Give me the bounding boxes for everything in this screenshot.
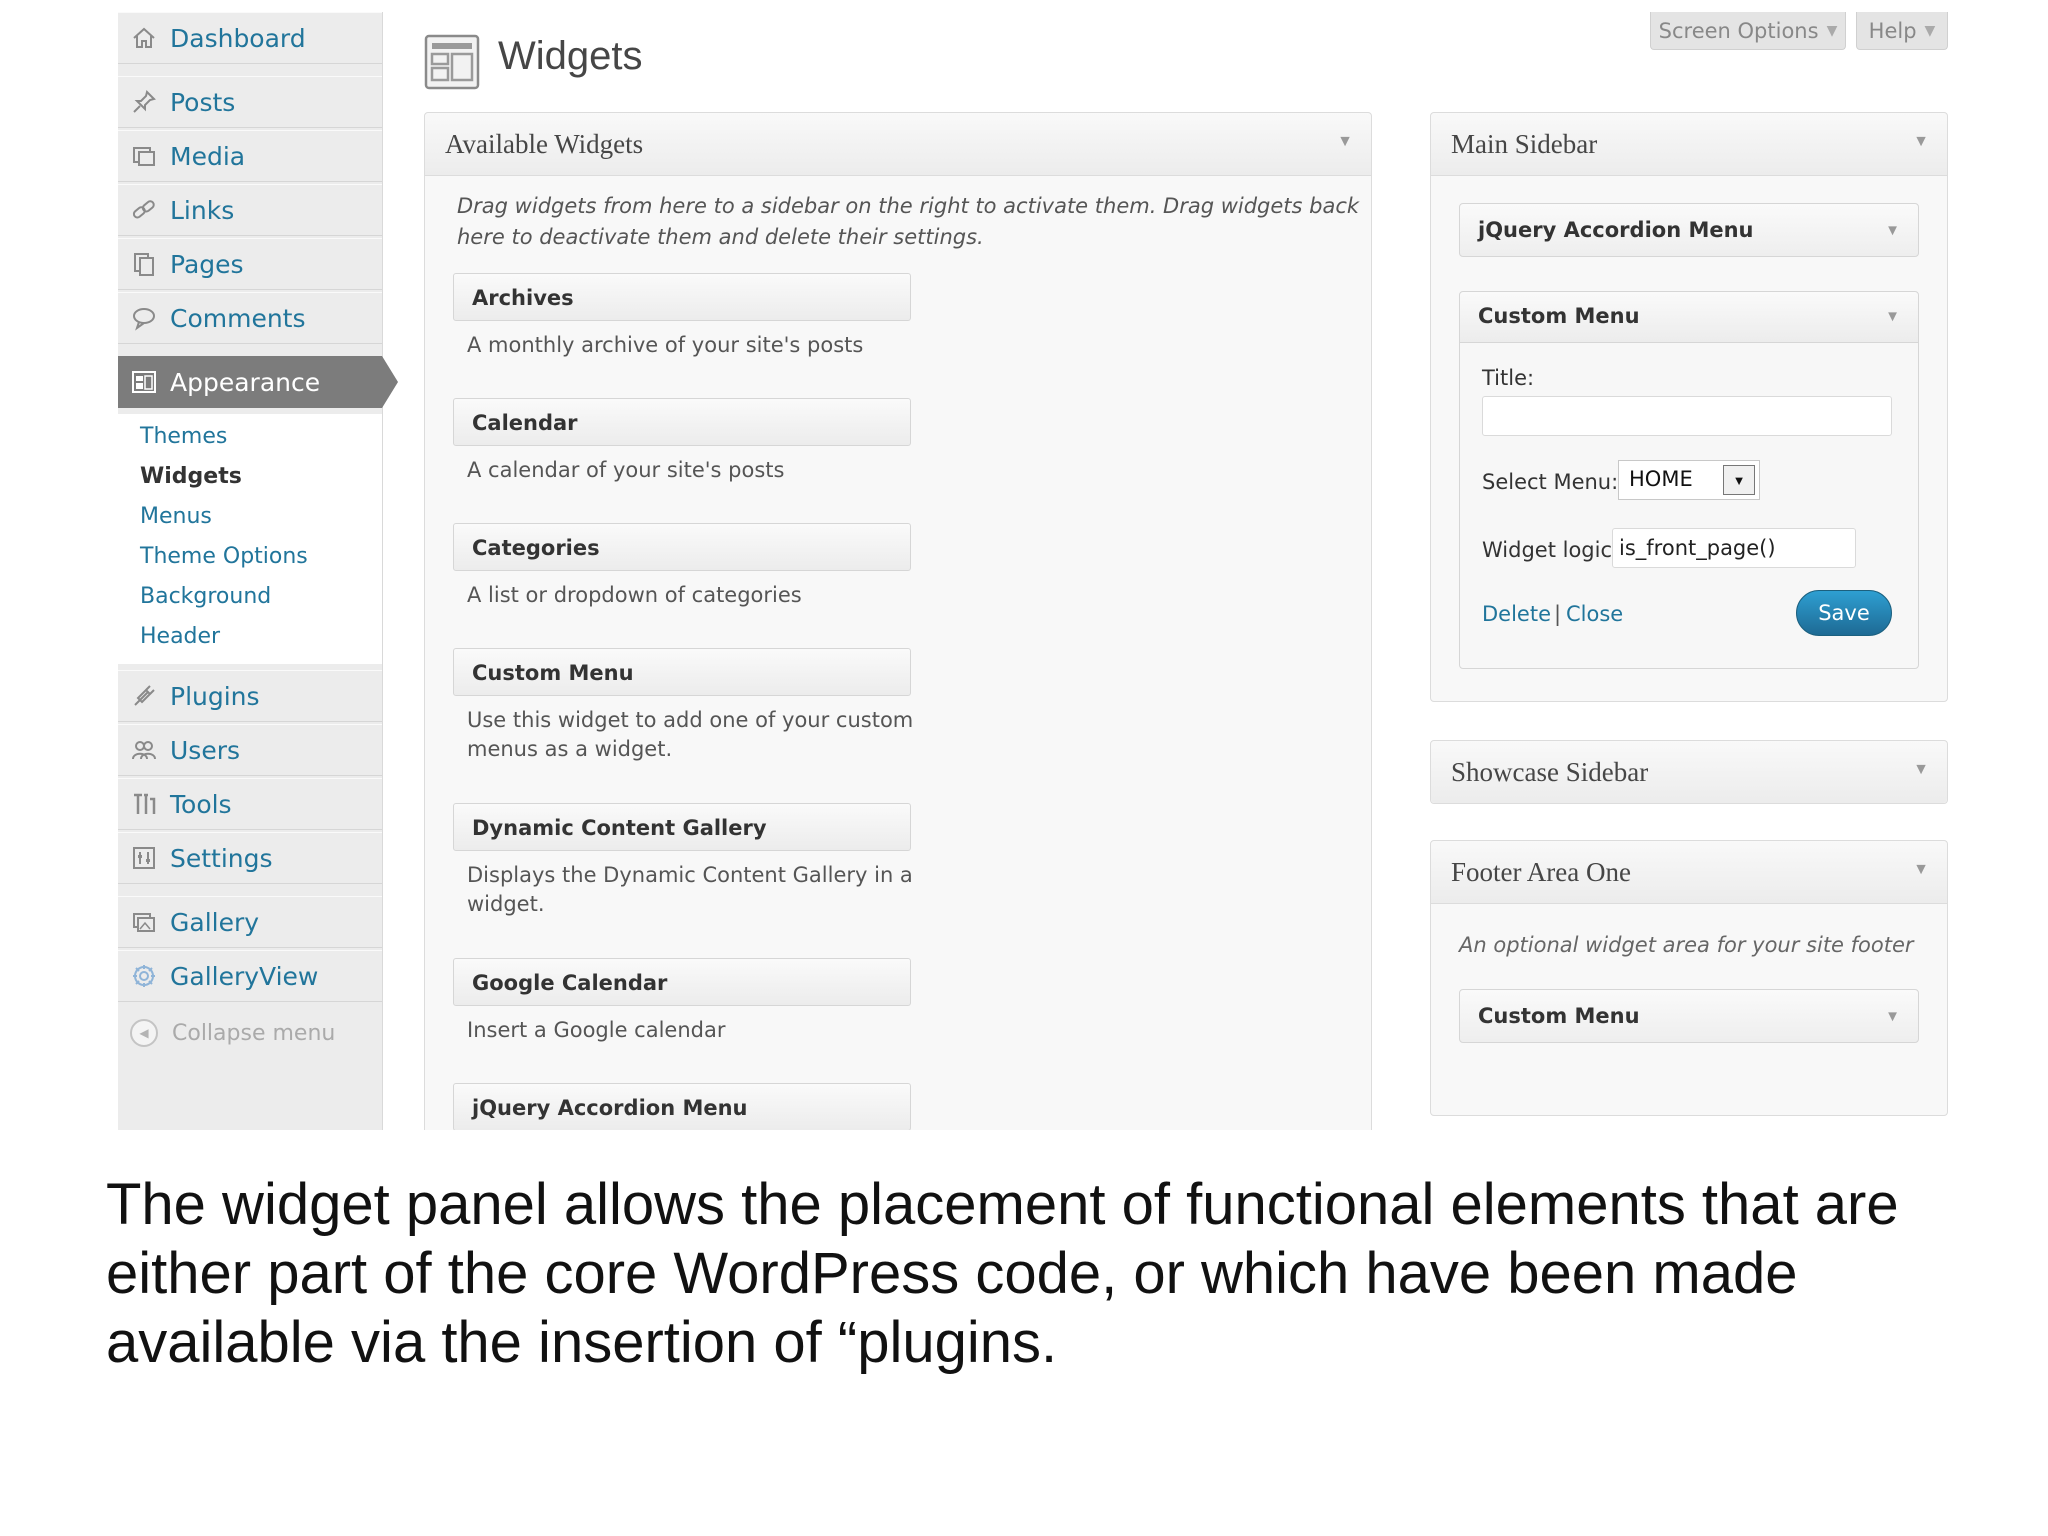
widgets-page-icon — [424, 34, 480, 90]
menu-item-comments[interactable]: Comments — [118, 292, 382, 344]
admin-menu: Dashboard Posts Media Links Pages Commen… — [118, 12, 398, 1130]
menu-item-media[interactable]: Media — [118, 130, 382, 182]
footer-area-one-header[interactable]: Footer Area One ▼ — [1431, 841, 1947, 904]
menu-item-dashboard[interactable]: Dashboard — [118, 12, 382, 64]
widget-description: A monthly archive of your site's posts — [467, 333, 864, 357]
menu-item-posts[interactable]: Posts — [118, 76, 382, 128]
home-icon — [130, 24, 158, 52]
showcase-sidebar-header[interactable]: Showcase Sidebar ▼ — [1431, 741, 1947, 803]
footer-area-description: An optional widget area for your site fo… — [1459, 933, 1914, 957]
collapse-arrow-icon: ◀ — [130, 1019, 158, 1047]
footer-area-one-panel: Footer Area One ▼ An optional widget are… — [1430, 840, 1948, 1116]
menu-item-galleryview[interactable]: GalleryView — [118, 950, 382, 1002]
wordpress-widgets-screenshot: Dashboard Posts Media Links Pages Commen… — [118, 10, 1956, 1130]
custom-menu-header[interactable]: Custom Menu ▼ — [1460, 292, 1918, 343]
users-icon — [130, 736, 158, 764]
toggle-arrow-icon[interactable]: ▼ — [1337, 133, 1353, 151]
widget-logic-input[interactable] — [1612, 528, 1856, 568]
appearance-icon — [130, 368, 158, 396]
menu-item-gallery[interactable]: Gallery — [118, 896, 382, 948]
submenu-header[interactable]: Header — [140, 624, 220, 649]
widget-dynamic-content-gallery[interactable]: Dynamic Content Gallery — [453, 803, 911, 851]
widget-logic-label: Widget logic — [1482, 538, 1613, 562]
menu-item-pages[interactable]: Pages — [118, 238, 382, 290]
available-widgets-panel: Available Widgets ▼ Drag widgets from he… — [424, 112, 1372, 1130]
caret-down-icon: ▼ — [1924, 22, 1936, 39]
widget-description: Displays the Dynamic Content Gallery in … — [467, 863, 913, 916]
menu-item-settings[interactable]: Settings — [118, 832, 382, 884]
screen-options-button[interactable]: Screen Options ▼ — [1650, 12, 1846, 50]
dropdown-arrow-icon: ▼ — [1723, 465, 1755, 495]
collapse-menu-button[interactable]: ◀ Collapse menu — [118, 1009, 382, 1057]
link-icon — [130, 196, 158, 224]
settings-icon — [130, 844, 158, 872]
menu-item-tools[interactable]: Tools — [118, 778, 382, 830]
toggle-arrow-icon[interactable]: ▼ — [1913, 133, 1929, 151]
close-link[interactable]: Close — [1566, 602, 1623, 626]
widget-archives[interactable]: Archives — [453, 273, 911, 321]
widget-jquery-accordion-menu[interactable]: jQuery Accordion Menu — [453, 1083, 911, 1130]
tools-icon — [130, 790, 158, 818]
toggle-arrow-icon[interactable]: ▼ — [1885, 222, 1900, 239]
toggle-arrow-icon[interactable]: ▼ — [1913, 861, 1929, 879]
main-sidebar-panel: Main Sidebar ▼ jQuery Accordion Menu ▼ C… — [1430, 112, 1948, 702]
appearance-submenu: Themes Widgets Menus Theme Options Backg… — [118, 414, 382, 664]
widget-custom-menu[interactable]: Custom Menu — [453, 648, 911, 696]
select-menu-dropdown[interactable]: HOME ▼ — [1618, 460, 1760, 500]
caption-text: The widget panel allows the placement of… — [106, 1172, 1899, 1375]
menu-item-appearance[interactable]: Appearance — [118, 356, 398, 408]
submenu-background[interactable]: Background — [140, 584, 271, 609]
widget-description: A calendar of your site's posts — [467, 458, 785, 482]
delete-link[interactable]: Delete — [1482, 602, 1551, 626]
title-field-label: Title: — [1482, 366, 1535, 390]
menu-item-links[interactable]: Links — [118, 184, 382, 236]
submenu-themes[interactable]: Themes — [140, 424, 227, 449]
toggle-arrow-icon[interactable]: ▼ — [1885, 308, 1900, 325]
help-button[interactable]: Help ▼ — [1856, 12, 1948, 50]
select-menu-label: Select Menu: — [1482, 470, 1619, 494]
widget-description: Insert a Google calendar — [467, 1018, 726, 1042]
submenu-menus[interactable]: Menus — [140, 504, 212, 529]
galleryview-icon — [130, 962, 158, 990]
plug-icon — [130, 682, 158, 710]
footer-widget-custom-menu[interactable]: Custom Menu ▼ — [1459, 989, 1919, 1043]
caret-down-icon: ▼ — [1826, 22, 1838, 39]
main-sidebar-header[interactable]: Main Sidebar ▼ — [1431, 113, 1947, 176]
comment-icon — [130, 304, 158, 332]
pages-icon — [130, 250, 158, 278]
current-arrow — [382, 356, 398, 408]
toggle-arrow-icon[interactable]: ▼ — [1885, 1008, 1900, 1025]
widget-google-calendar[interactable]: Google Calendar — [453, 958, 911, 1006]
toggle-arrow-icon[interactable]: ▼ — [1913, 761, 1929, 779]
page-title: Widgets — [498, 34, 643, 78]
submenu-widgets[interactable]: Widgets — [140, 464, 242, 489]
gallery-icon — [130, 908, 158, 936]
widget-categories[interactable]: Categories — [453, 523, 911, 571]
available-widgets-description: Drag widgets from here to a sidebar on t… — [457, 194, 1360, 249]
link-separator: | — [1554, 602, 1562, 626]
submenu-theme-options[interactable]: Theme Options — [140, 544, 308, 569]
sidebar-widget-jquery-accordion-menu[interactable]: jQuery Accordion Menu ▼ — [1459, 203, 1919, 257]
menu-item-plugins[interactable]: Plugins — [118, 670, 382, 722]
showcase-sidebar-panel: Showcase Sidebar ▼ — [1430, 740, 1948, 804]
available-widgets-header[interactable]: Available Widgets ▼ — [425, 113, 1371, 176]
widget-description: A list or dropdown of categories — [467, 583, 802, 607]
save-button[interactable]: Save — [1796, 590, 1892, 636]
pin-icon — [130, 88, 158, 116]
title-input[interactable] — [1482, 396, 1892, 436]
menu-item-users[interactable]: Users — [118, 724, 382, 776]
widget-calendar[interactable]: Calendar — [453, 398, 911, 446]
widget-description: Use this widget to add one of your custo… — [467, 708, 914, 761]
sidebar-widget-custom-menu: Custom Menu ▼ Title: Select Menu: HOME ▼… — [1459, 291, 1919, 669]
media-icon — [130, 142, 158, 170]
